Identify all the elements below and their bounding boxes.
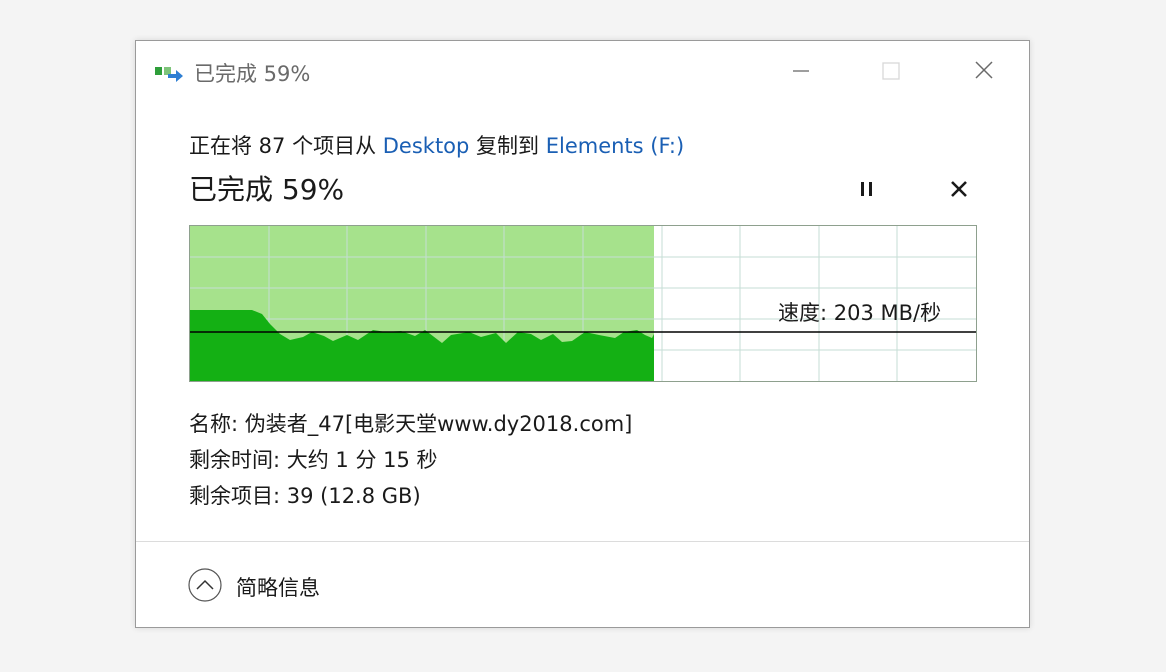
chevron-up-icon[interactable] [188,568,222,602]
fewer-details-label: 简略信息 [236,576,320,600]
speed-label: 速度: 203 MB/秒 [778,301,942,325]
copy-description: 正在将 87 个项目从 Desktop 复制到 Elements (F:) [189,130,684,160]
progress-heading: 已完成 59% [189,173,345,206]
pause-icon [861,182,872,196]
close-icon [975,61,993,79]
items-remaining: 剩余项目: 39 (12.8 GB) [189,484,421,508]
file-name: 名称: 伪装者_47[电影天堂www.dy2018.com] [189,412,633,436]
dialog-footer: 简略信息 [136,541,1029,628]
close-button[interactable] [962,51,1008,91]
pause-button[interactable] [852,174,882,204]
time-remaining: 剩余时间: 大约 1 分 15 秒 [189,448,438,472]
file-copy-icon [154,63,184,85]
minimize-icon [793,70,809,72]
fewer-details-toggle[interactable]: 简略信息 [188,568,388,604]
destination-link[interactable]: Elements (F:) [546,134,684,158]
minimize-button[interactable] [779,51,825,91]
copy-progress-dialog: 已完成 59% 正在将 87 个项目从 Desktop 复制到 Elements… [135,40,1030,628]
copy-middle: 复制到 [469,134,546,158]
source-link[interactable]: Desktop [383,134,470,158]
title-bar[interactable]: 已完成 59% [136,41,1029,103]
maximize-icon [882,62,900,80]
cancel-copy-button[interactable] [944,174,974,204]
window-title: 已完成 59% [194,62,311,86]
cancel-icon [951,181,967,197]
copy-prefix: 正在将 87 个项目从 [189,134,383,158]
maximize-button[interactable] [868,51,914,91]
